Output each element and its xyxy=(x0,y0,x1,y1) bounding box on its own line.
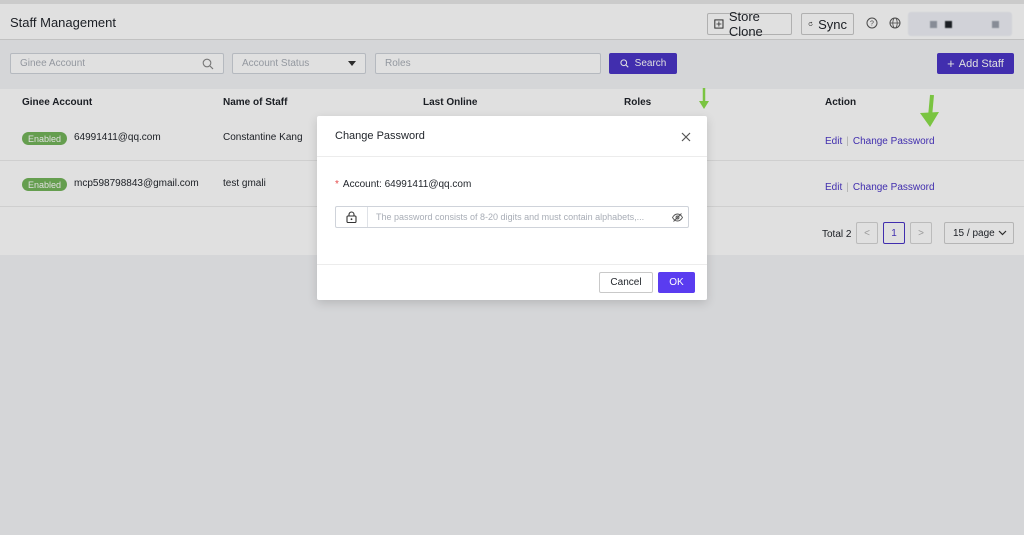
password-field[interactable]: The password consists of 8-20 digits and… xyxy=(335,206,689,228)
lock-icon xyxy=(346,211,357,223)
eye-hidden-icon[interactable] xyxy=(666,212,688,222)
dialog-title: Change Password xyxy=(335,130,425,142)
ok-button[interactable]: OK xyxy=(658,272,695,293)
cancel-button[interactable]: Cancel xyxy=(599,272,653,293)
lock-icon-box xyxy=(336,207,368,227)
dialog-header: Change Password xyxy=(317,116,707,157)
account-label: * Account: 64991411@qq.com xyxy=(335,179,472,190)
dialog-footer-divider xyxy=(317,264,707,265)
change-password-dialog: Change Password * Account: 64991411@qq.co… xyxy=(317,116,707,300)
account-text: Account: 64991411@qq.com xyxy=(342,179,472,190)
password-placeholder: The password consists of 8-20 digits and… xyxy=(376,212,645,222)
close-icon[interactable] xyxy=(680,131,692,143)
